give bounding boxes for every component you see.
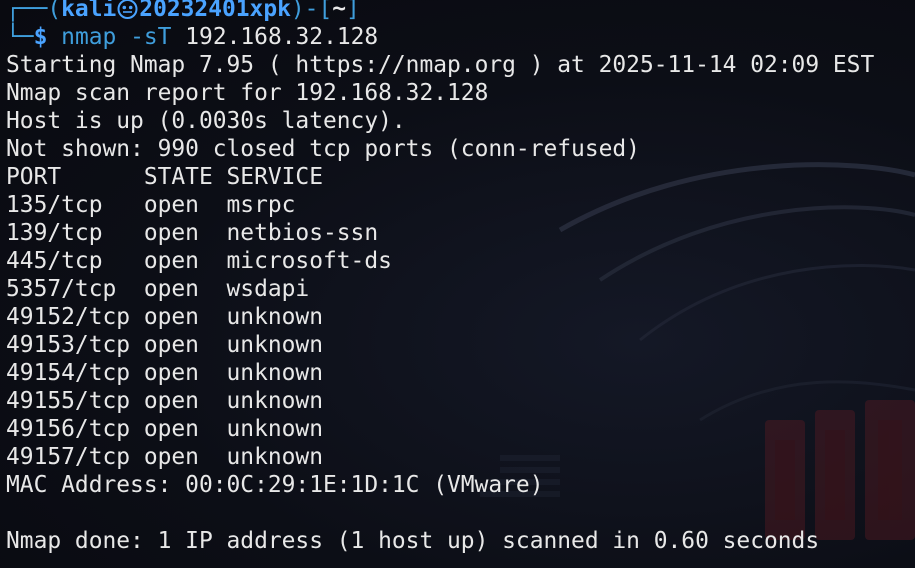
output-line: Starting Nmap 7.95 ( https://nmap.org ) … — [6, 52, 875, 78]
port-row: 49157/tcp open unknown — [6, 444, 323, 470]
prompt-user: kali — [61, 0, 117, 22]
port-row: 49152/tcp open unknown — [6, 304, 323, 330]
prompt-box-top: ┌──( — [6, 0, 62, 22]
port-row: 139/tcp open netbios-ssn — [6, 220, 379, 246]
command-target: 192.168.32.128 — [185, 24, 379, 50]
prompt-box-close: ] — [346, 0, 360, 22]
port-table-header: PORT STATE SERVICE — [6, 164, 323, 190]
output-line: Not shown: 990 closed tcp ports (conn-re… — [6, 136, 640, 162]
prompt-box-mid: )-[ — [290, 0, 333, 22]
mac-address-line: MAC Address: 00:0C:29:1E:1D:1C (VMware) — [6, 472, 544, 498]
port-row: 445/tcp open microsoft-ds — [6, 248, 392, 274]
prompt-cwd: ~ — [332, 0, 347, 22]
port-row: 49156/tcp open unknown — [6, 416, 323, 442]
command-option: -sT — [130, 24, 172, 50]
terminal-window[interactable]: ┌──(kali 20232401xpk)-[~] └─$ nmap -sT 19… — [0, 0, 915, 568]
prompt-symbol: $ — [33, 24, 48, 50]
prompt-line-1: ┌──(kali 20232401xpk)-[~] — [6, 0, 915, 23]
prompt-box-bottom: └─ — [6, 24, 34, 50]
output-line: Host is up (0.0030s latency). — [6, 108, 406, 134]
port-row: 135/tcp open msrpc — [6, 192, 296, 218]
terminal-output: ┌──(kali 20232401xpk)-[~] └─$ nmap -sT 19… — [6, 0, 915, 555]
output-line: Nmap scan report for 192.168.32.128 — [6, 80, 489, 106]
scan-summary-line: Nmap done: 1 IP address (1 host up) scan… — [6, 528, 820, 554]
port-row: 49154/tcp open unknown — [6, 360, 323, 386]
prompt-line-2[interactable]: └─$ nmap -sT 192.168.32.128 — [6, 23, 915, 51]
port-row: 5357/tcp open wsdapi — [6, 276, 310, 302]
port-row: 49153/tcp open unknown — [6, 332, 323, 358]
kali-skull-icon — [116, 0, 139, 20]
port-row: 49155/tcp open unknown — [6, 388, 323, 414]
command-name: nmap — [61, 24, 117, 50]
prompt-host: 20232401xpk — [139, 0, 291, 22]
